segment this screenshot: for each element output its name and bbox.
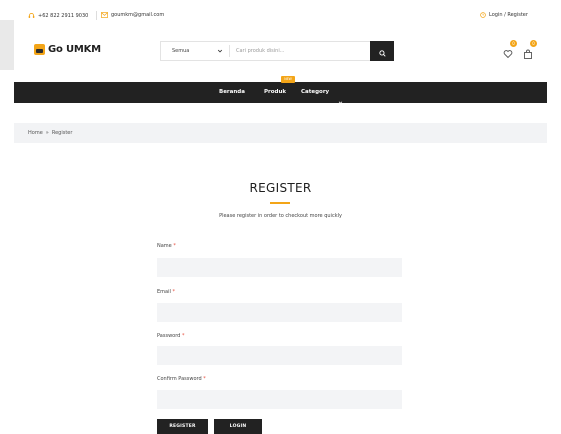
- breadcrumb-current: Register: [51, 130, 73, 136]
- password-field[interactable]: [157, 346, 402, 365]
- email-label-text: Email: [157, 289, 171, 295]
- breadcrumb-separator: »: [45, 130, 49, 136]
- name-field[interactable]: [157, 258, 402, 277]
- chevron-down-icon: [338, 90, 343, 109]
- chevron-down-icon: [217, 48, 223, 56]
- password-label: Password *: [157, 333, 184, 339]
- register-button[interactable]: REGISTER: [157, 419, 208, 434]
- breadcrumb: Home » Register: [14, 123, 547, 143]
- wishlist-count-badge: 0: [510, 40, 517, 47]
- cart-button[interactable]: 0: [523, 40, 537, 63]
- wishlist-button[interactable]: 0: [503, 40, 517, 63]
- name-label: Name *: [157, 243, 176, 249]
- nav-item-category[interactable]: Category: [301, 89, 329, 95]
- search-input[interactable]: [230, 42, 370, 60]
- search-category-value: Semua: [172, 48, 190, 54]
- search-button[interactable]: [370, 41, 394, 61]
- search-category-select[interactable]: Semua: [161, 42, 229, 60]
- login-button[interactable]: LOGIN: [214, 419, 262, 434]
- phone-number: +62 822 2911 9030: [38, 12, 89, 19]
- login-register-label: Login / Register: [489, 12, 528, 18]
- new-badge: NEW: [281, 76, 295, 83]
- email-label: Email *: [157, 289, 175, 295]
- shopping-bag-logo-icon: [34, 44, 45, 55]
- confirm-password-field[interactable]: [157, 390, 402, 409]
- nav-item-beranda[interactable]: Beranda: [219, 89, 245, 95]
- required-marker: *: [203, 376, 206, 382]
- topbar-divider: [96, 11, 97, 20]
- site-logo[interactable]: Go UMKM: [34, 44, 101, 55]
- clock-icon: [480, 12, 486, 18]
- search-icon: [378, 42, 386, 61]
- main-nav: Beranda Produk NEW Category: [14, 76, 547, 104]
- nav-item-produk[interactable]: Produk: [264, 89, 286, 95]
- search-bar: Semua: [160, 41, 394, 61]
- login-register-link[interactable]: Login / Register: [480, 12, 528, 18]
- email-field[interactable]: [157, 303, 402, 322]
- page-subtitle: Please register in order to checkout mor…: [219, 213, 342, 219]
- cart-count-badge: 0: [530, 40, 537, 47]
- phone-contact: +62 822 2911 9030: [28, 12, 88, 19]
- corner-decoration: [0, 20, 14, 70]
- logo-text: Go UMKM: [48, 44, 101, 55]
- required-marker: *: [181, 333, 185, 339]
- breadcrumb-home[interactable]: Home: [28, 130, 43, 136]
- password-label-text: Password: [157, 333, 181, 339]
- page-title: REGISTER: [249, 181, 312, 195]
- required-marker: *: [172, 289, 175, 295]
- email-contact: goumkm@gmail.com: [101, 12, 164, 18]
- email-address: goumkm@gmail.com: [111, 12, 165, 18]
- headset-icon: [28, 12, 35, 19]
- confirm-password-label: Confirm Password *: [157, 376, 206, 382]
- top-bar: +62 822 2911 9030 goumkm@gmail.com Login…: [0, 0, 561, 34]
- mail-icon: [101, 12, 108, 18]
- name-label-text: Name: [157, 243, 172, 249]
- confirm-password-label-text: Confirm Password: [157, 376, 202, 382]
- required-marker: *: [173, 243, 176, 249]
- title-underline: [270, 202, 290, 204]
